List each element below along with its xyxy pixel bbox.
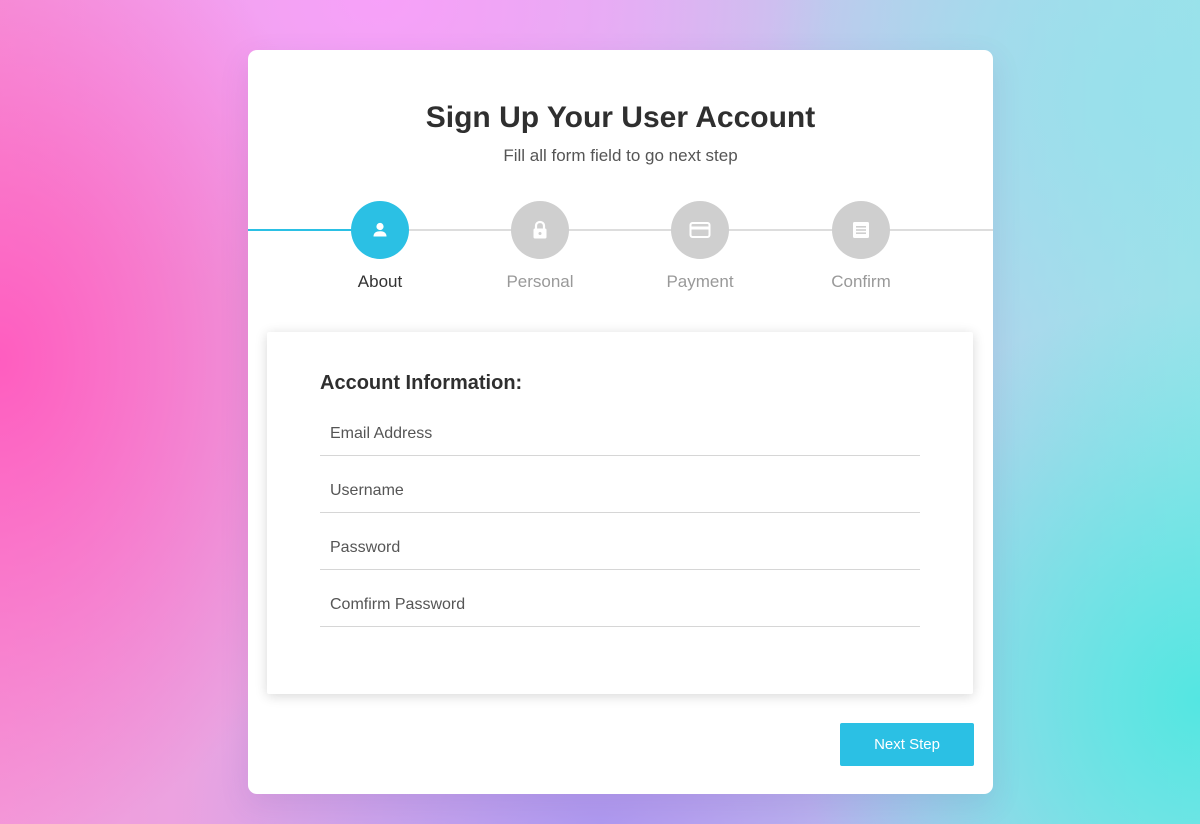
step-about-label: About [357, 272, 403, 291]
step-payment-label: Payment [666, 272, 734, 291]
step-payment-circle [671, 201, 729, 259]
document-icon [853, 222, 869, 238]
step-confirm-circle [832, 201, 890, 259]
step-payment[interactable]: Payment [630, 201, 770, 293]
signup-card: Sign Up Your User Account Fill all form … [248, 50, 993, 794]
password-field[interactable] [320, 526, 920, 570]
confirm-password-field[interactable] [320, 583, 920, 627]
page-subtitle: Fill all form field to go next step [503, 146, 738, 165]
credit-card-icon [689, 222, 711, 238]
section-title: Account Information: [320, 372, 523, 394]
step-confirm-label: Confirm [831, 272, 891, 291]
step-about-circle [351, 201, 409, 259]
page-title: Sign Up Your User Account [425, 101, 816, 134]
account-form: Account Information: [267, 332, 973, 694]
lock-icon [533, 220, 547, 239]
next-step-button[interactable]: Next Step [840, 723, 974, 766]
step-personal[interactable]: Personal [470, 201, 610, 293]
step-about[interactable]: About [310, 201, 450, 293]
step-personal-circle [511, 201, 569, 259]
step-confirm[interactable]: Confirm [791, 201, 931, 293]
step-personal-label: Personal [506, 272, 574, 291]
email-field[interactable] [320, 412, 920, 456]
username-field[interactable] [320, 469, 920, 513]
user-icon [373, 222, 387, 237]
